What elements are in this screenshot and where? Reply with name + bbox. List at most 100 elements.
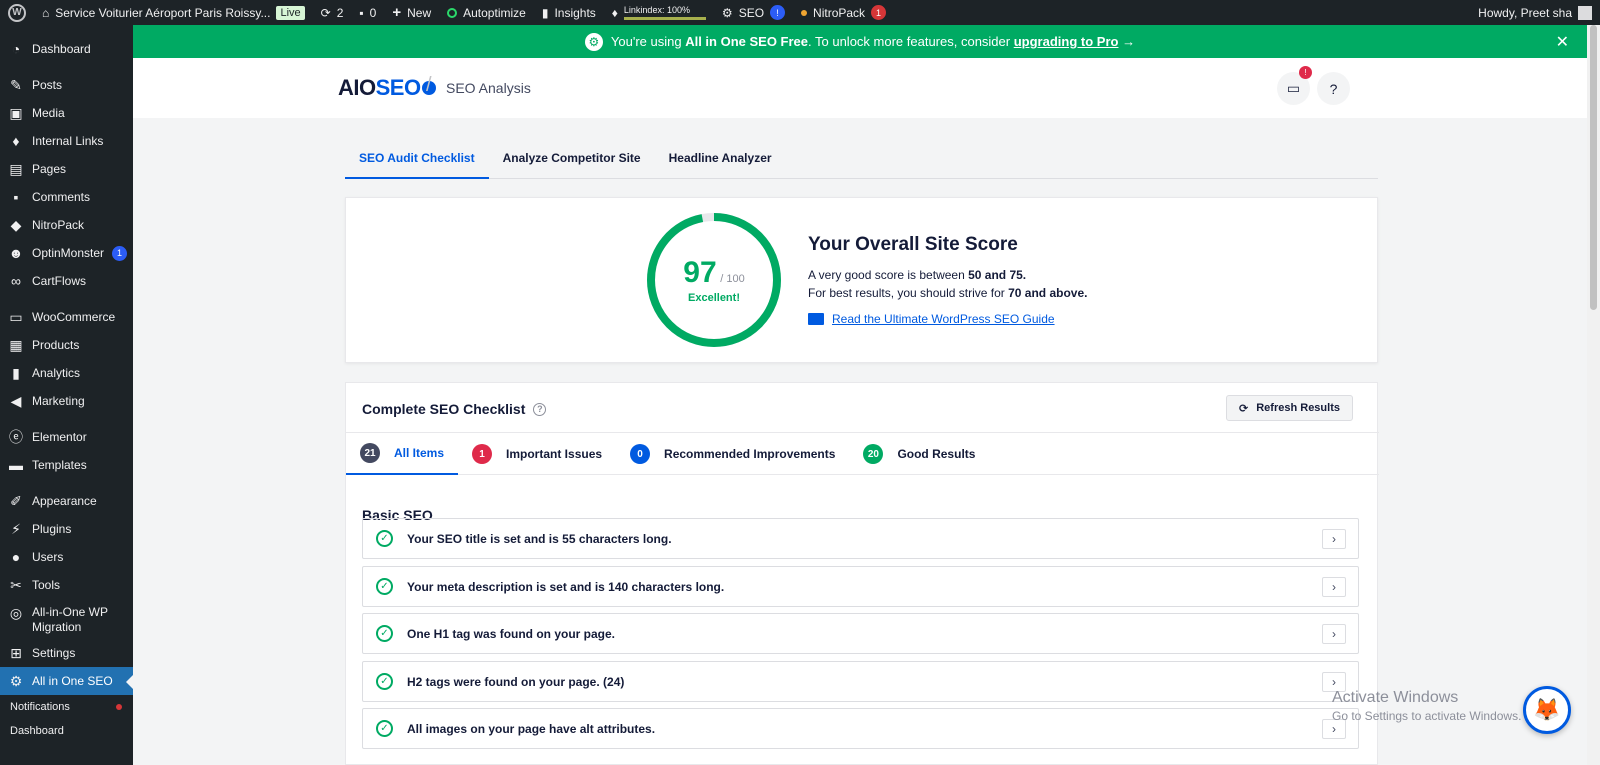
count-badge: 0 — [630, 444, 651, 464]
dashboard-icon: ◔ — [11, 41, 21, 57]
inbox-icon: ▭ — [1286, 80, 1301, 96]
book-icon — [808, 313, 824, 325]
chevron-right-icon[interactable]: › — [1322, 624, 1346, 644]
sidebar-item-label: Settings — [32, 646, 76, 660]
list-item[interactable]: ✓ All images on your page have alt attrib… — [362, 708, 1359, 749]
aioseo-gear-icon: ⚙ — [584, 32, 603, 51]
updates-menu[interactable]: ⟳ 2 — [313, 0, 352, 25]
score-description-line2: For best results, you should strive for … — [808, 286, 1088, 300]
close-icon[interactable]: ✕ — [1556, 32, 1569, 52]
notification-badge: ! — [1299, 66, 1312, 79]
filter-all-items[interactable]: 21 All Items — [346, 433, 459, 475]
admin-bar: W ⌂ Service Voiturier Aéroport Paris Roi… — [0, 0, 1600, 25]
link-icon: ♦ — [12, 133, 20, 149]
chevron-right-icon[interactable]: › — [1322, 577, 1346, 597]
list-item[interactable]: ✓ Your meta description is set and is 140… — [362, 566, 1359, 607]
support-chat-button[interactable]: 🦊 — [1523, 686, 1571, 734]
new-content-menu[interactable]: + New — [384, 0, 439, 25]
plugin-icon: ⚡ — [11, 520, 21, 537]
account-menu[interactable]: Howdy, Preet sha — [1478, 5, 1600, 20]
seo-checklist-card: Complete SEO Checklist ? ⟳ Refresh Resul… — [345, 382, 1379, 765]
plus-icon: + — [392, 4, 402, 21]
sidebar-item-analytics[interactable]: ▮ Analytics — [0, 359, 133, 387]
sidebar-item-label: Products — [32, 338, 80, 352]
page-scrollbar[interactable] — [1587, 25, 1600, 765]
products-icon: ▦ — [9, 336, 23, 353]
sidebar-item-cartflows[interactable]: ∞ CartFlows — [0, 267, 133, 295]
chevron-right-icon[interactable]: › — [1322, 529, 1346, 549]
howdy-text: Howdy, Preet sha — [1478, 5, 1572, 20]
sidebar-item-plugins[interactable]: ⚡ Plugins — [0, 515, 133, 543]
nitropack-icon: ◆ — [10, 216, 22, 233]
insights-label: Insights — [554, 5, 596, 20]
nitropack-badge: 1 — [871, 5, 887, 20]
help-circle-icon[interactable]: ? — [533, 402, 547, 416]
check-circle-icon: ✓ — [376, 673, 393, 690]
sidebar-item-templates[interactable]: ▬ Templates — [0, 451, 133, 479]
score-description-line1: A very good score is between 50 and 75. — [808, 268, 1027, 282]
sidebar-item-posts[interactable]: ✎ Posts — [0, 71, 133, 99]
comment-icon: ▪ — [359, 5, 364, 20]
wp-logo-menu[interactable]: W — [0, 0, 34, 25]
tab-seo-audit-checklist[interactable]: SEO Audit Checklist — [345, 137, 489, 179]
comments-count: 0 — [369, 5, 377, 20]
aioseo-gear-icon: ⚙ — [721, 5, 733, 20]
scrollbar-thumb[interactable] — [1590, 25, 1597, 310]
mascot-icon: 🦊 — [1533, 697, 1561, 722]
site-name-menu[interactable]: ⌂ Service Voiturier Aéroport Paris Roiss… — [34, 0, 313, 25]
sidebar-item-users[interactable]: ● Users — [0, 543, 133, 571]
autoptimize-menu[interactable]: Autoptimize — [439, 0, 534, 25]
new-label: New — [407, 5, 432, 20]
filter-recommended-improvements[interactable]: 0 Recommended Improvements — [616, 433, 849, 475]
sidebar-item-settings[interactable]: ⊞ Settings — [0, 639, 133, 667]
sidebar-item-appearance[interactable]: ✐ Appearance — [0, 487, 133, 515]
sidebar-item-pages[interactable]: ▤ Pages — [0, 155, 133, 183]
refresh-results-button[interactable]: ⟳ Refresh Results — [1226, 395, 1353, 421]
sidebar-item-label: Pages — [32, 162, 67, 176]
sidebar-item-label: All in One SEO — [32, 674, 113, 688]
aioseo-logo: AIO SEO — [338, 75, 436, 101]
pages-icon: ▤ — [9, 160, 23, 177]
sidebar-item-comments[interactable]: ▪ Comments — [0, 183, 133, 211]
list-item[interactable]: ✓ H2 tags were found on your page. (24) › — [362, 661, 1359, 702]
linkindex-menu[interactable]: ♦ Linkindex: 100% — [604, 0, 714, 25]
sidebar-item-media[interactable]: ▣ Media — [0, 99, 133, 127]
sidebar-item-nitropack[interactable]: ◆ NitroPack — [0, 211, 133, 239]
score-value: 97 — [683, 256, 717, 289]
sidebar-item-products[interactable]: ▦ Products — [0, 331, 133, 359]
submenu-item-notifications[interactable]: Notifications — [0, 695, 133, 719]
sidebar-item-woocommerce[interactable]: ▭ WooCommerce — [0, 303, 133, 331]
upgrade-link[interactable]: upgrading to Pro — [1014, 34, 1119, 49]
sidebar-item-label: Templates — [32, 458, 87, 472]
list-item[interactable]: ✓ One H1 tag was found on your page. › — [362, 613, 1359, 654]
sidebar-item-all-in-one-seo[interactable]: ⚙ All in One SEO — [0, 667, 133, 695]
sidebar-item-optinmonster[interactable]: ☻ OptinMonster 1 — [0, 239, 133, 267]
comments-menu[interactable]: ▪ 0 — [351, 0, 384, 25]
sidebar-item-dashboard[interactable]: ◔ Dashboard — [0, 35, 133, 63]
seo-guide-link[interactable]: Read the Ultimate WordPress SEO Guide — [808, 312, 1087, 326]
help-button[interactable]: ? — [1317, 72, 1350, 105]
submenu-item-dashboard[interactable]: Dashboard — [0, 719, 133, 743]
optinmonster-badge: 1 — [112, 245, 128, 261]
autoptimize-label: Autoptimize — [463, 5, 526, 20]
list-item[interactable]: ✓ Your SEO title is set and is 55 charact… — [362, 518, 1359, 559]
notifications-button[interactable]: ▭ ! — [1277, 66, 1312, 105]
tab-headline-analyzer[interactable]: Headline Analyzer — [655, 137, 786, 179]
sidebar-item-tools[interactable]: ✂ Tools — [0, 571, 133, 599]
filter-good-results[interactable]: 20 Good Results — [849, 433, 989, 475]
marketing-icon: ◀ — [10, 392, 22, 409]
sidebar-item-marketing[interactable]: ◀ Marketing — [0, 387, 133, 415]
insights-menu[interactable]: ▮ Insights — [534, 0, 604, 25]
nitropack-menu[interactable]: NitroPack 1 — [793, 0, 894, 25]
sidebar-item-label: Media — [32, 106, 65, 120]
filter-important-issues[interactable]: 1 Important Issues — [458, 433, 616, 475]
sidebar-item-label: Appearance — [32, 494, 97, 508]
tab-analyze-competitor[interactable]: Analyze Competitor Site — [489, 137, 655, 179]
sidebar-item-elementor[interactable]: ⓔ Elementor — [0, 423, 133, 451]
sidebar-item-label: Analytics — [32, 366, 81, 380]
sidebar-item-internal-links[interactable]: ♦ Internal Links — [0, 127, 133, 155]
seo-menu[interactable]: ⚙ SEO ! — [714, 0, 793, 25]
analysis-tabs: SEO Audit Checklist Analyze Competitor S… — [345, 137, 1378, 179]
sidebar-item-migration[interactable]: ◎ All-in-One WP Migration — [0, 599, 133, 639]
count-badge: 21 — [360, 443, 380, 463]
